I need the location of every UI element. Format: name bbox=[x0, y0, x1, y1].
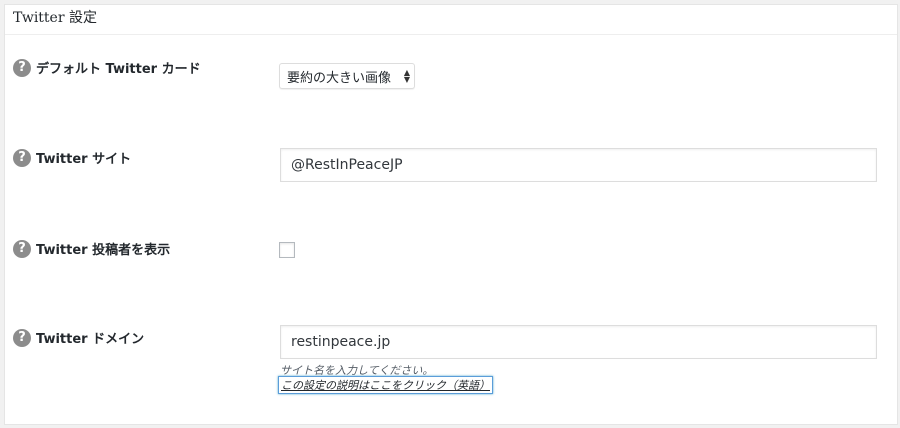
help-icon[interactable]: ? bbox=[13, 148, 31, 167]
domain-label-group: ? Twitter ドメイン bbox=[13, 328, 144, 347]
show-author-checkbox[interactable] bbox=[279, 242, 295, 258]
show-author-label: Twitter 投稿者を表示 bbox=[36, 243, 171, 258]
help-icon[interactable]: ? bbox=[13, 239, 31, 258]
show-author-label-group: ? Twitter 投稿者を表示 bbox=[13, 239, 170, 258]
twitter-settings-panel: Twitter 設定 ? デフォルト Twitter カード 要約の大きい画像 … bbox=[4, 4, 898, 425]
default-card-label: デフォルト Twitter カード bbox=[36, 62, 201, 77]
site-label: Twitter サイト bbox=[36, 152, 132, 167]
site-label-group: ? Twitter サイト bbox=[13, 148, 131, 167]
section-title: Twitter 設定 bbox=[5, 5, 897, 35]
domain-label: Twitter ドメイン bbox=[36, 332, 145, 347]
select-arrows-icon: ▲ ▼ bbox=[403, 68, 410, 84]
help-icon[interactable]: ? bbox=[13, 58, 31, 77]
settings-help-link[interactable]: この設定の説明はここをクリック（英語） bbox=[278, 376, 493, 394]
help-icon[interactable]: ? bbox=[13, 328, 31, 347]
default-card-selected-value: 要約の大きい画像 bbox=[287, 70, 392, 86]
default-card-select[interactable]: 要約の大きい画像 ▲ ▼ bbox=[279, 63, 415, 89]
default-card-label-group: ? デフォルト Twitter カード bbox=[13, 58, 201, 77]
domain-input[interactable] bbox=[280, 325, 877, 359]
site-input[interactable] bbox=[280, 148, 877, 182]
